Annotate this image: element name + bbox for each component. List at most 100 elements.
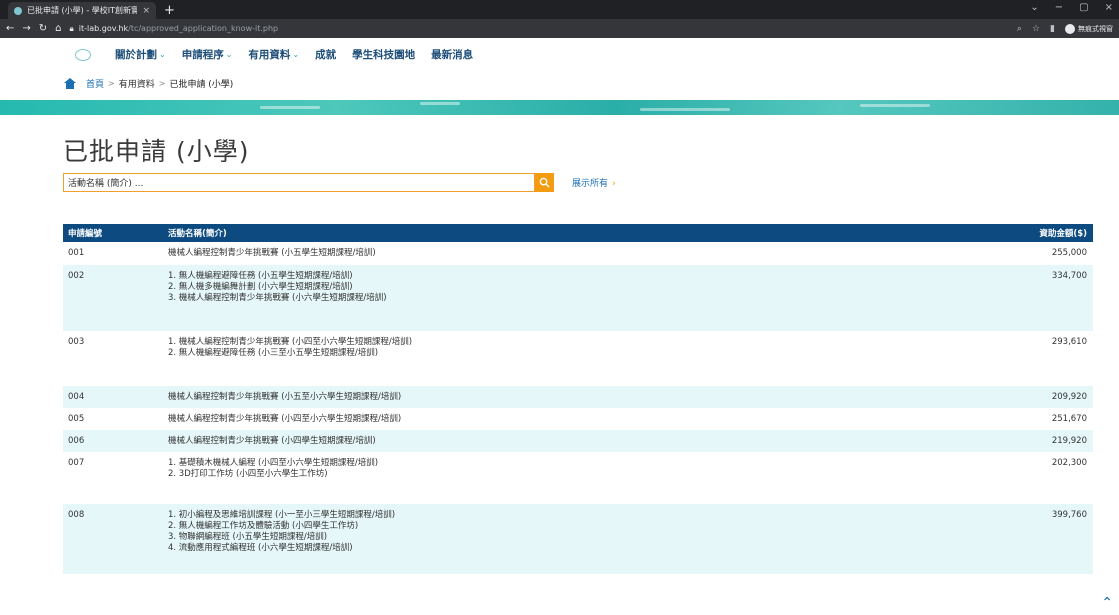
header-amount: 資助金額($): [1039, 229, 1087, 239]
nav-about[interactable]: 關於計劃 ⌄: [115, 47, 166, 62]
funding-amount: 399,760: [1051, 510, 1087, 520]
header-banner: [0, 100, 1119, 115]
search-input[interactable]: [63, 173, 535, 192]
toolbar-right: ⌕ ☆ ▮ 無痕式視窗: [1017, 23, 1113, 34]
search-row: 展示所有›: [63, 173, 1119, 192]
table-row: 008 1. 初小編程及思維培訓課程 (小一至小三學生短期課程/培訓) 2. 無人機…: [63, 504, 1093, 574]
incognito-indicator[interactable]: 無痕式視窗: [1065, 23, 1113, 34]
activity-line: 1. 機械人編程控制青少年挑戰賽 (小四至小六學生短期課程/培訓): [168, 337, 413, 347]
new-tab-button[interactable]: +: [164, 2, 175, 19]
activity-line: 3. 機械人編程控制青少年挑戰賽 (小六學生短期課程/培訓): [168, 293, 387, 303]
banner-decoration: [860, 104, 930, 107]
nav-news-label: 最新消息: [431, 49, 474, 61]
nav-resources[interactable]: 有用資料 ⌄: [248, 47, 299, 62]
table-row: 003 1. 機械人編程控制青少年挑戰賽 (小四至小六學生短期課程/培訓) 2. 無…: [63, 331, 1093, 386]
url-host: it-lab.gov.hk: [78, 24, 129, 33]
funding-amount: 255,000: [1051, 248, 1087, 258]
application-id: 001: [68, 248, 85, 258]
reload-icon[interactable]: ↻: [39, 23, 47, 34]
activity-line: 2. 3D打印工作坊 (小四至小六學生工作坊): [168, 469, 328, 479]
application-id: 002: [68, 271, 85, 281]
funding-amount: 251,670: [1051, 414, 1087, 424]
site-navigation: 關於計劃 ⌄ 申請程序 ⌄ 有用資料 ⌄ 成就 學生科技園地 最新消息: [0, 38, 1119, 71]
activity-cell: 機械人編程控制青少年挑戰賽 (小五學生短期課程/培訓): [168, 242, 973, 265]
show-all-link[interactable]: 展示所有 ›: [572, 176, 616, 189]
activity-cell: 1. 基礎積木機械人編程 (小四至小六學生短期課程/培訓) 2. 3D打印工作坊 …: [168, 452, 973, 504]
tab-title: 已批申請 (小學) - 學校IT創新實驗室: [27, 6, 138, 15]
nav-achievements[interactable]: 成就: [315, 47, 336, 62]
activity-line: 機械人編程控制青少年挑戰賽 (小五至小六學生短期課程/培訓): [168, 392, 402, 402]
breadcrumb-separator: >: [158, 79, 166, 88]
nav-about-label: 關於計劃: [115, 49, 157, 61]
chevron-down-icon[interactable]: ⌄: [1030, 2, 1038, 13]
table-row: 001 機械人編程控制青少年挑戰賽 (小五學生短期課程/培訓) 255,000: [63, 242, 1093, 265]
star-icon[interactable]: ☆: [1032, 24, 1040, 34]
activity-line: 4. 流動應用程式編程班 (小六學生短期課程/培訓): [168, 543, 353, 553]
application-id: 004: [68, 392, 85, 402]
close-window-button[interactable]: ×: [1105, 2, 1113, 13]
activity-line: 機械人編程控制青少年挑戰賽 (小五學生短期課程/培訓): [168, 248, 376, 258]
search-icon: [539, 177, 550, 188]
back-arrow-icon[interactable]: ←: [6, 23, 14, 34]
banner-decoration: [260, 106, 320, 109]
activity-line: 機械人編程控制青少年挑戰賽 (小四學生短期課程/培訓): [168, 436, 376, 446]
home-icon[interactable]: [64, 78, 76, 89]
activity-line: 1. 初小編程及思維培訓課程 (小一至小三學生短期課程/培訓): [168, 510, 396, 520]
funding-amount: 334,700: [1051, 271, 1087, 281]
nav-procedure[interactable]: 申請程序 ⌄: [182, 47, 233, 62]
funding-amount: 293,610: [1051, 337, 1087, 347]
activity-cell: 1. 無人機編程避障任務 (小五學生短期課程/培訓) 2. 無人機多機編舞計劃 (…: [168, 265, 973, 331]
home-button-icon[interactable]: ⌂: [55, 23, 61, 34]
browser-tab-strip: 已批申請 (小學) - 學校IT創新實驗室 × + ⌄ − ▢ ×: [0, 0, 1119, 19]
breadcrumb: 首頁 > 有用資料 > 已批申請 (小學): [0, 71, 1119, 96]
activity-cell: 1. 初小編程及思維培訓課程 (小一至小三學生短期課程/培訓) 2. 無人機編程工…: [168, 504, 973, 574]
breadcrumb-home[interactable]: 首頁: [86, 77, 104, 90]
browser-tab[interactable]: 已批申請 (小學) - 學校IT創新實驗室 ×: [8, 2, 156, 19]
activity-line: 2. 無人機編程避障任務 (小三至小五學生短期課程/培訓): [168, 348, 379, 358]
activity-cell: 機械人編程控制青少年挑戰賽 (小五至小六學生短期課程/培訓): [168, 386, 973, 408]
funding-amount: 209,920: [1051, 392, 1087, 402]
nav-resources-label: 有用資料: [248, 49, 291, 61]
maximize-button[interactable]: ▢: [1079, 2, 1088, 13]
minimize-button[interactable]: −: [1055, 2, 1063, 13]
header-id: 申請編號: [68, 229, 103, 239]
site-logo-icon[interactable]: [75, 48, 91, 61]
nav-news[interactable]: 最新消息: [431, 47, 473, 62]
page-title: 已批申請 (小學): [63, 137, 250, 166]
chevron-down-icon: ⌄: [292, 50, 300, 59]
address-bar[interactable]: 🔒︎ it-lab.gov.hk/tc/approved_application…: [70, 21, 1009, 36]
approved-applications-table: 申請編號 活動名稱(簡介) 資助金額($) 001 機械人編程控制青少年挑戰賽 (…: [63, 224, 1093, 574]
zoom-icon[interactable]: ⌕: [1017, 24, 1022, 34]
tab-close-icon[interactable]: ×: [142, 6, 150, 16]
banner-decoration: [420, 102, 460, 105]
activity-cell: 1. 機械人編程控制青少年挑戰賽 (小四至小六學生短期課程/培訓) 2. 無人機編…: [168, 331, 973, 386]
application-id: 005: [68, 414, 85, 424]
activity-line: 3. 物聯網編程班 (小五學生短期課程/培訓): [168, 532, 328, 542]
table-row: 006 機械人編程控制青少年挑戰賽 (小四學生短期課程/培訓) 219,920: [63, 430, 1093, 452]
incognito-label: 無痕式視窗: [1078, 24, 1113, 33]
sidepanel-icon[interactable]: ▮: [1050, 24, 1055, 34]
scroll-to-top-button[interactable]: ⌃: [1101, 595, 1113, 611]
chevron-right-icon: ›: [612, 179, 616, 189]
browser-toolbar: ← → ↻ ⌂ 🔒︎ it-lab.gov.hk/tc/approved_app…: [0, 19, 1119, 38]
activity-line: 1. 基礎積木機械人編程 (小四至小六學生短期課程/培訓): [168, 458, 379, 468]
search-button[interactable]: [535, 173, 554, 192]
table-row: 007 1. 基礎積木機械人編程 (小四至小六學生短期課程/培訓) 2. 3D打印工…: [63, 452, 1093, 504]
application-id: 008: [68, 510, 85, 520]
activity-line: 2. 無人機編程工作坊及體驗活動 (小四學生工作坊): [168, 521, 359, 531]
forward-arrow-icon[interactable]: →: [22, 23, 30, 34]
breadcrumb-resources[interactable]: 有用資料: [119, 77, 155, 90]
lock-icon[interactable]: 🔒︎: [70, 24, 74, 34]
activity-line: 2. 無人機多機編舞計劃 (小六學生短期課程/培訓): [168, 282, 353, 292]
chevron-down-icon: ⌄: [225, 50, 233, 59]
application-id: 003: [68, 337, 85, 347]
breadcrumb-current: 已批申請 (小學): [169, 80, 234, 90]
application-id: 006: [68, 436, 85, 446]
nav-achievements-label: 成就: [315, 49, 337, 61]
table-header: 申請編號 活動名稱(簡介) 資助金額($): [63, 224, 1093, 242]
show-all-label: 展示所有: [572, 179, 609, 189]
table-row: 002 1. 無人機編程避障任務 (小五學生短期課程/培訓) 2. 無人機多機編舞計…: [63, 265, 1093, 331]
application-id: 007: [68, 458, 85, 468]
activity-line: 機械人編程控制青少年挑戰賽 (小四至小六學生短期課程/培訓): [168, 414, 402, 424]
nav-student-tech[interactable]: 學生科技園地: [352, 47, 415, 62]
